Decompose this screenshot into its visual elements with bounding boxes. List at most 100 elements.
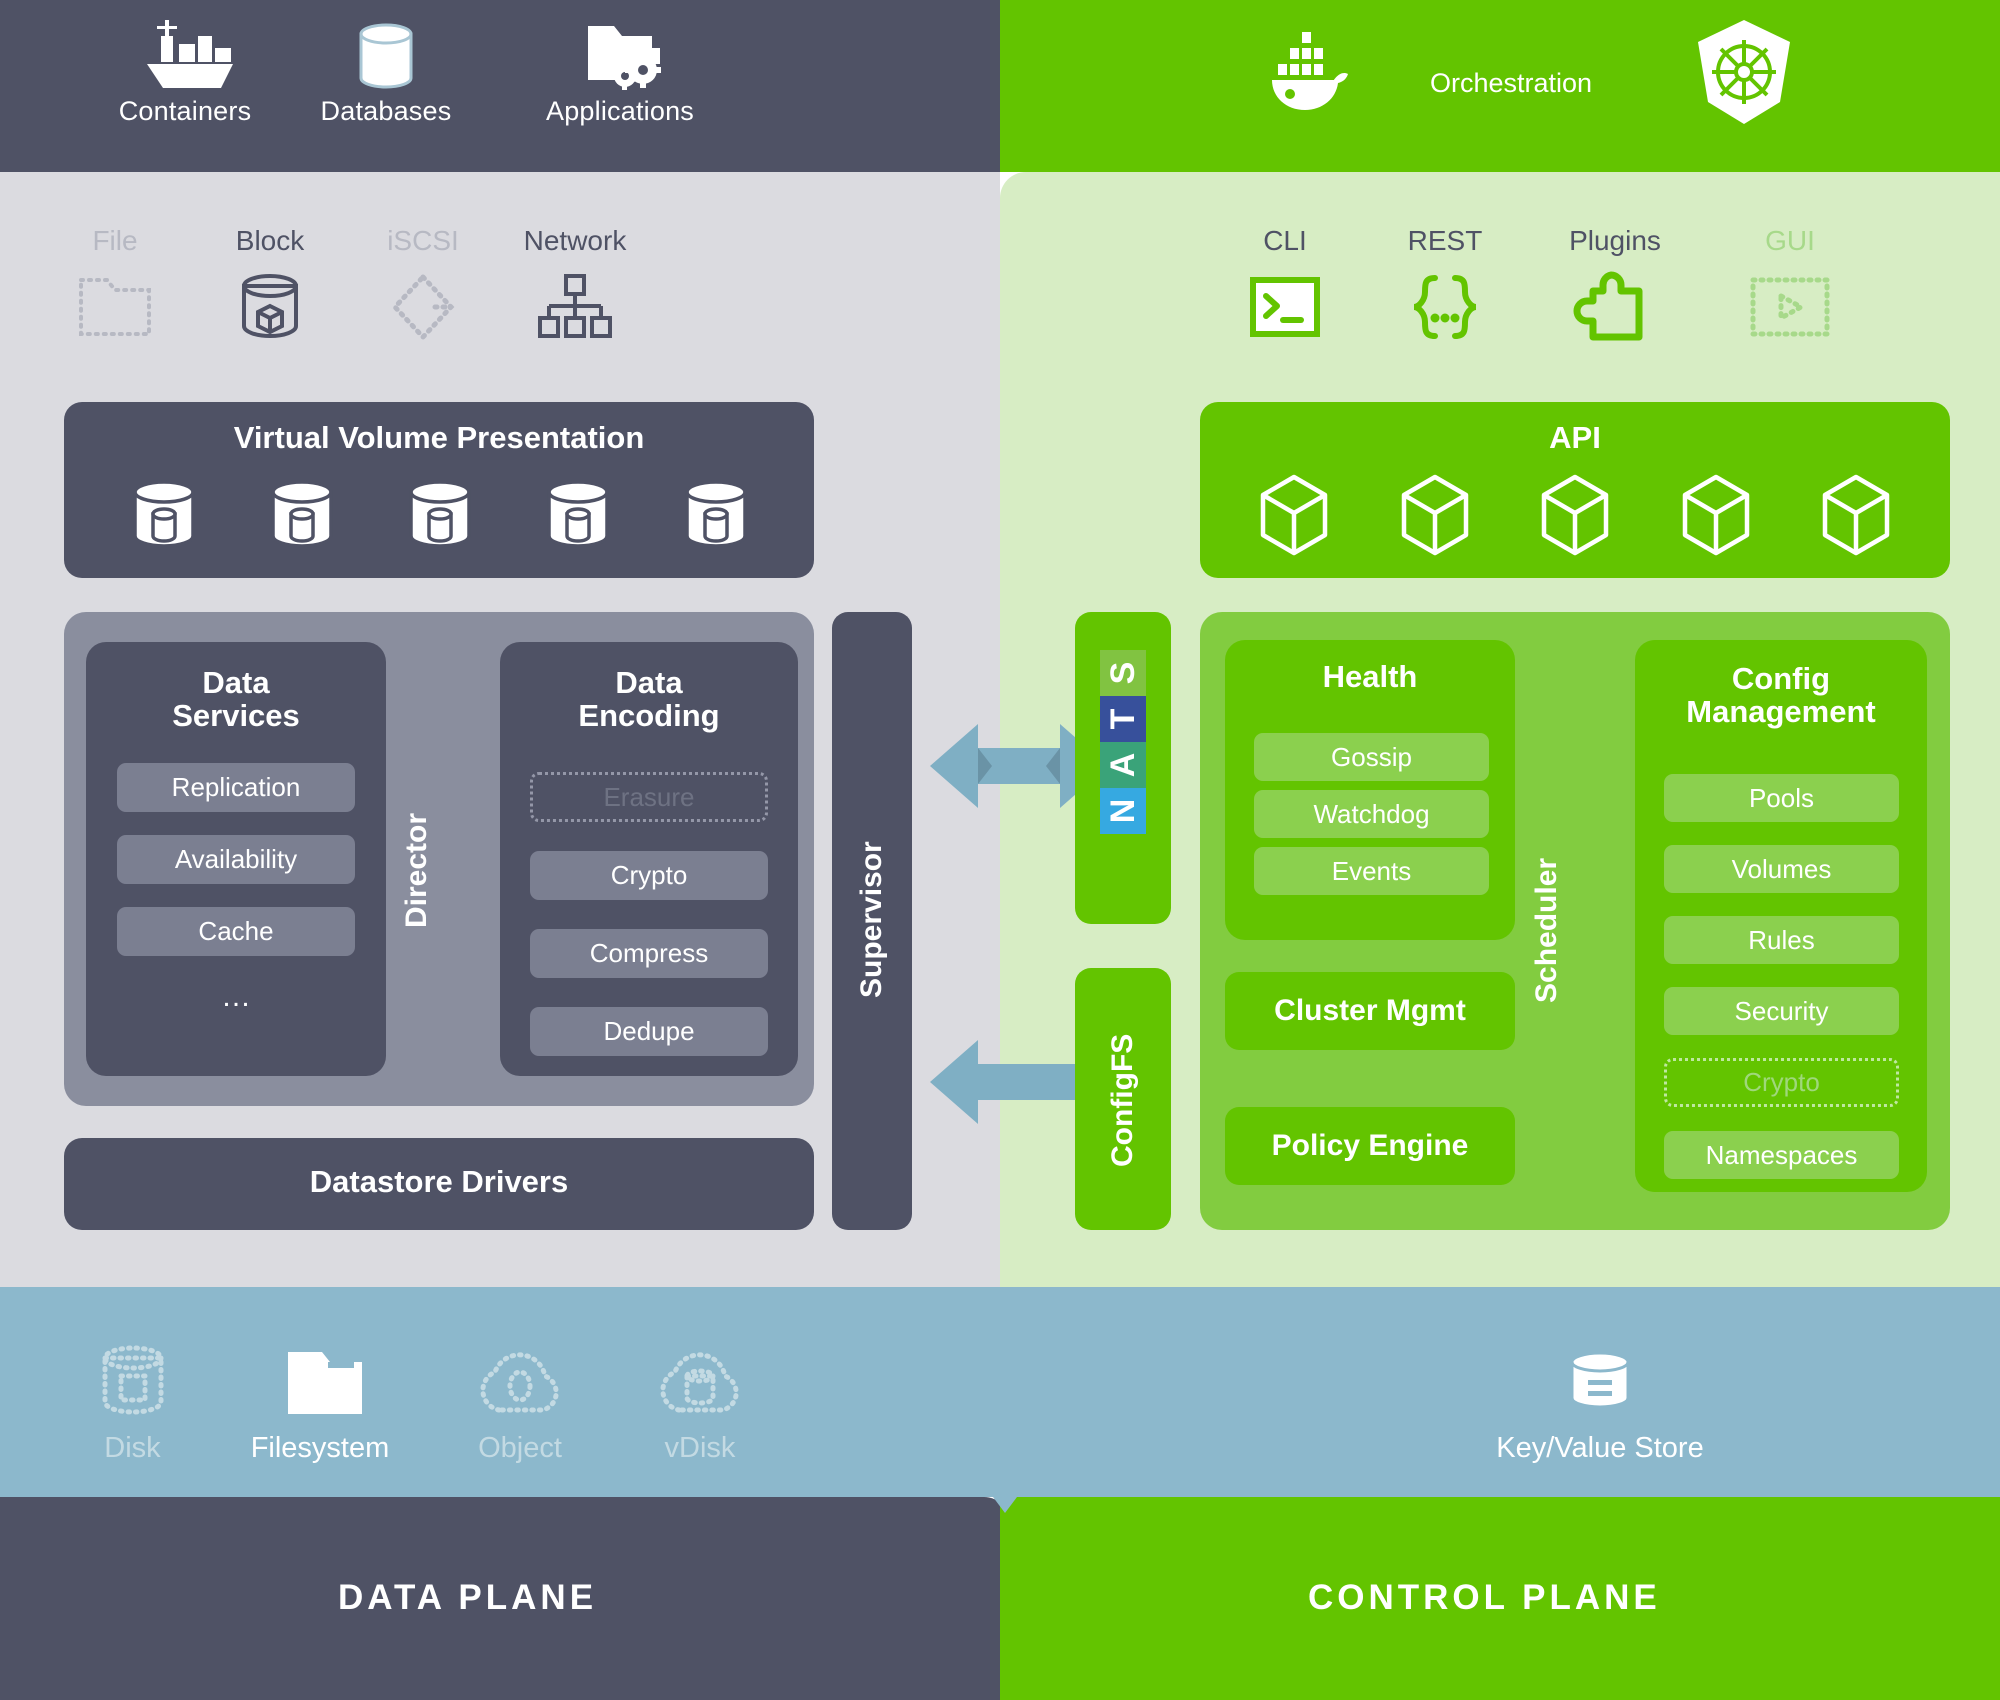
health-title: Health — [1322, 659, 1418, 694]
pill-label: Replication — [171, 772, 301, 802]
storage-label: Disk — [104, 1432, 161, 1464]
storage-label: Filesystem — [250, 1432, 390, 1464]
interface-cli[interactable]: CLI — [1210, 225, 1360, 343]
data-services-title-l2: Services — [172, 698, 300, 734]
config-item-rules[interactable]: Rules — [1664, 916, 1899, 964]
supervisor-label: Supervisor — [855, 841, 888, 999]
interface-block[interactable]: Block — [195, 225, 345, 343]
header-label: Databases — [320, 96, 452, 126]
interface-label: Network — [523, 225, 627, 256]
kubernetes-helm-icon — [1690, 16, 1798, 133]
pill-label: Watchdog — [1313, 798, 1430, 829]
header-item-databases[interactable]: Databases — [296, 16, 476, 127]
interface-label: iSCSI — [387, 225, 459, 256]
nats-bus-box[interactable]: S T A N — [1075, 612, 1171, 924]
policy-engine-box[interactable]: Policy Engine — [1225, 1107, 1515, 1185]
interface-plugins[interactable]: Plugins — [1525, 225, 1705, 343]
config-item-security[interactable]: Security — [1664, 987, 1899, 1035]
data-services-item-replication[interactable]: Replication — [117, 763, 355, 812]
health-item-watchdog[interactable]: Watchdog — [1254, 790, 1489, 838]
pill-label: Namespaces — [1705, 1139, 1858, 1170]
interface-iscsi[interactable]: iSCSI — [348, 225, 498, 343]
database-cylinder-icon — [296, 16, 476, 90]
header-item-applications[interactable]: Applications — [500, 16, 740, 127]
interface-network[interactable]: Network — [500, 225, 650, 343]
data-encoding-item-crypto[interactable]: Crypto — [530, 851, 768, 900]
data-encoding-item-erasure[interactable]: Erasure — [530, 772, 768, 822]
storage-label: vDisk — [664, 1432, 736, 1464]
interface-label: Plugins — [1569, 225, 1661, 256]
configfs-label: ConfigFS — [1106, 1033, 1139, 1167]
gui-play-icon — [1710, 271, 1870, 343]
volume-cylinder-icon — [133, 480, 195, 548]
storage-item-filesystem[interactable]: Filesystem — [215, 1340, 425, 1465]
header-label: Applications — [546, 96, 694, 126]
api-icon-row — [1255, 470, 1895, 560]
nats-letter-s: S — [1100, 650, 1146, 696]
volume-cylinder-icon — [271, 480, 333, 548]
pill-label: Availability — [174, 844, 298, 874]
interface-label: File — [92, 225, 138, 256]
disk-dotted-icon — [60, 1340, 205, 1422]
header-item-containers[interactable]: Containers — [95, 16, 275, 127]
cluster-mgmt-label: Cluster Mgmt — [1274, 994, 1466, 1027]
cluster-mgmt-box[interactable]: Cluster Mgmt — [1225, 972, 1515, 1050]
data-plane-footer-label: DATA PLANE — [338, 1578, 598, 1617]
folder-solid-icon — [215, 1340, 425, 1422]
storage-item-object[interactable]: Object — [435, 1340, 605, 1465]
data-encoding-item-compress[interactable]: Compress — [530, 929, 768, 978]
interface-rest[interactable]: REST — [1370, 225, 1520, 343]
braces-icon — [1370, 271, 1520, 343]
storage-item-vdisk[interactable]: vDisk — [615, 1340, 785, 1465]
pill-label: Events — [1331, 855, 1412, 886]
data-services-ellipsis: … — [221, 980, 251, 1013]
volume-cylinder-icon — [547, 480, 609, 548]
object-cloud-icon — [435, 1340, 605, 1422]
data-services-item-cache[interactable]: Cache — [117, 907, 355, 956]
block-cylinder-icon — [195, 271, 345, 343]
pill-label: Pools — [1748, 782, 1815, 813]
interface-label: CLI — [1263, 225, 1307, 256]
architecture-diagram: Containers Databases Applications Orches… — [0, 0, 2000, 1700]
data-encoding-title-l1: Data — [615, 665, 683, 700]
cube-icon — [1541, 474, 1609, 556]
pill-label: Dedupe — [603, 1016, 695, 1046]
interface-label: REST — [1407, 225, 1483, 256]
virtual-volume-icon-row — [125, 470, 755, 560]
cube-icon — [1682, 474, 1749, 556]
container-ship-icon — [95, 16, 275, 90]
data-encoding-item-dedupe[interactable]: Dedupe — [530, 1007, 768, 1056]
control-plane-footer-label: CONTROL PLANE — [1308, 1578, 1661, 1617]
data-services-item-availability[interactable]: Availability — [117, 835, 355, 884]
config-item-crypto[interactable]: Crypto — [1664, 1058, 1899, 1107]
pill-label: Cache — [198, 916, 274, 946]
config-item-pools[interactable]: Pools — [1664, 774, 1899, 822]
health-item-events[interactable]: Events — [1254, 847, 1489, 895]
vdisk-cloud-icon — [615, 1340, 785, 1422]
network-tree-icon — [500, 271, 650, 343]
datastore-drivers-label: Datastore Drivers — [309, 1164, 569, 1199]
pill-label: Security — [1734, 995, 1829, 1026]
policy-engine-label: Policy Engine — [1271, 1129, 1469, 1162]
cube-icon — [1260, 474, 1328, 556]
nats-logo: S T A N — [1100, 650, 1146, 834]
storage-item-disk[interactable]: Disk — [60, 1340, 205, 1465]
config-item-volumes[interactable]: Volumes — [1664, 845, 1899, 893]
orchestration-label: Orchestration — [1430, 68, 1593, 98]
config-item-namespaces[interactable]: Namespaces — [1664, 1131, 1899, 1179]
interface-file[interactable]: File — [40, 225, 190, 343]
storage-item-kv-store[interactable]: Key/Value Store — [1410, 1340, 1790, 1465]
interface-gui[interactable]: GUI — [1710, 225, 1870, 343]
folder-gears-icon — [500, 16, 740, 90]
interface-label: GUI — [1765, 225, 1815, 256]
scheduler-label: Scheduler — [1530, 857, 1563, 1003]
nats-letter-n: N — [1100, 788, 1146, 834]
folder-dotted-icon — [40, 271, 190, 343]
interface-label: Block — [235, 225, 305, 256]
pill-label: Crypto — [610, 860, 688, 890]
iscsi-diamond-icon — [348, 271, 498, 343]
virtual-volume-title: Virtual Volume Presentation — [233, 420, 645, 455]
terminal-icon — [1210, 271, 1360, 343]
cube-icon — [1822, 474, 1890, 556]
health-item-gossip[interactable]: Gossip — [1254, 733, 1489, 781]
